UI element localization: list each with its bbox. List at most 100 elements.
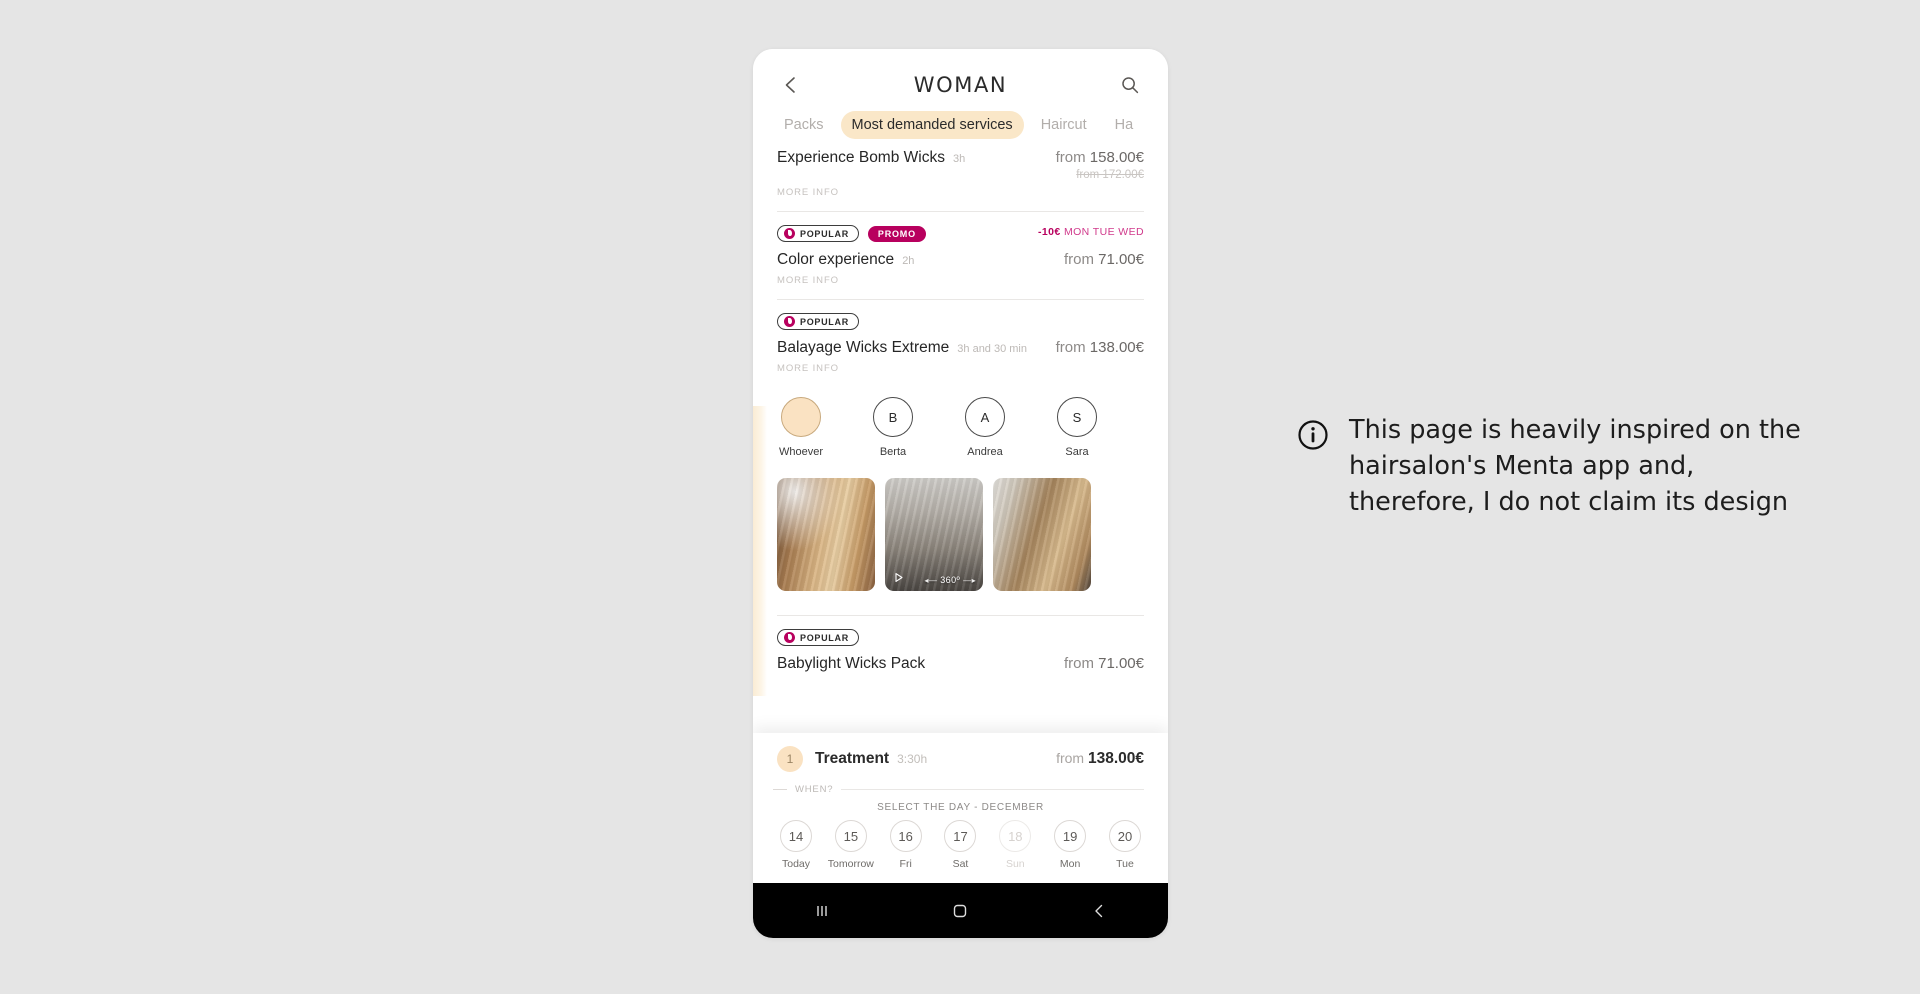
service-badges: POPULAR: [777, 616, 1144, 646]
day-option-17[interactable]: 17 Sat: [935, 820, 985, 870]
treatment-label: Treatment: [815, 750, 890, 767]
service-left: Balayage Wicks Extreme 3h and 30 min: [777, 339, 1027, 357]
services-list[interactable]: Experience Bomb Wicks 3h from 158.00€ fr…: [753, 142, 1168, 788]
hair-texture-overlay: [993, 478, 1091, 591]
popular-badge-label: POPULAR: [800, 228, 849, 239]
annotation-text: This page is heavily inspired on the hai…: [1349, 415, 1801, 518]
price-value: 71.00€: [1098, 251, 1144, 268]
popular-badge-label: POPULAR: [800, 632, 849, 643]
hair-texture-overlay: [777, 478, 875, 591]
flame-icon: [784, 632, 795, 643]
home-icon[interactable]: [934, 894, 986, 928]
service-badges: POPULAR: [777, 300, 1144, 330]
more-info-link[interactable]: MORE INFO: [777, 269, 839, 299]
phone-frame: WOMAN Packs Most demanded services Hairc…: [753, 49, 1168, 938]
stylist-option-sara[interactable]: S Sara: [1053, 397, 1101, 458]
day-option-18-disabled: 18 Sun: [990, 820, 1040, 870]
service-left: Experience Bomb Wicks 3h: [777, 149, 965, 167]
divider: [773, 789, 787, 790]
flame-icon: [784, 228, 795, 239]
more-info-link[interactable]: MORE INFO: [777, 357, 839, 387]
gallery-thumbnail-video[interactable]: ◂— 360º —▸: [885, 478, 983, 591]
day-label: Fri: [899, 858, 912, 870]
day-option-19[interactable]: 19 Mon: [1045, 820, 1095, 870]
promo-days-note: -10€ MON TUE WED: [1038, 226, 1144, 238]
back-icon[interactable]: [1073, 894, 1125, 928]
when-section-header: WHEN?: [753, 772, 1168, 795]
day-option-14[interactable]: 14 Today: [771, 820, 821, 870]
flame-icon: [784, 316, 795, 327]
stylist-selector: Whoever B Berta A Andrea S Sara: [753, 387, 1168, 458]
recents-icon[interactable]: [796, 894, 848, 928]
stylist-option-berta[interactable]: B Berta: [869, 397, 917, 458]
service-line: Balayage Wicks Extreme 3h and 30 min fro…: [777, 330, 1144, 357]
search-icon[interactable]: [1116, 71, 1144, 99]
promo-days: MON TUE WED: [1063, 226, 1144, 238]
day-option-20[interactable]: 20 Tue: [1100, 820, 1150, 870]
more-info-link[interactable]: MORE INFO: [777, 181, 839, 211]
day-number: 15: [834, 820, 867, 852]
stylist-option-andrea[interactable]: A Andrea: [961, 397, 1009, 458]
service-item[interactable]: Experience Bomb Wicks 3h from 158.00€ fr…: [753, 142, 1168, 211]
service-line: Color experience 2h from 71.00€: [777, 242, 1144, 269]
service-item[interactable]: POPULAR Babylight Wicks Pack from 71.00€: [753, 616, 1168, 673]
price-value: 138.00€: [1089, 339, 1144, 356]
chevron-left-icon[interactable]: [777, 71, 805, 99]
treatment-price: from 138.00€: [1056, 750, 1144, 768]
selected-service-accent-stripe: [753, 406, 767, 696]
day-number: 14: [780, 820, 812, 852]
arrow-left-icon: ◂—: [924, 575, 938, 585]
treatment-duration: 3:30h: [897, 752, 928, 766]
service-name: Experience Bomb Wicks: [777, 149, 945, 166]
service-price: from 138.00€: [1056, 339, 1144, 356]
select-day-label: SELECT THE DAY - DECEMBER: [877, 802, 1044, 813]
day-label: Today: [781, 858, 811, 870]
service-name: Balayage Wicks Extreme: [777, 339, 950, 356]
annotation: This page is heavily inspired on the hai…: [1297, 412, 1827, 521]
stylist-name: Whoever: [778, 446, 824, 458]
service-line: Babylight Wicks Pack from 71.00€: [777, 646, 1144, 673]
avatar: B: [873, 397, 913, 437]
tab-most-demanded-services[interactable]: Most demanded services: [840, 111, 1024, 139]
avatar: S: [1057, 397, 1097, 437]
service-left: Babylight Wicks Pack: [777, 655, 925, 673]
play-icon[interactable]: [892, 571, 905, 584]
app-header: WOMAN Packs Most demanded services Hairc…: [753, 49, 1168, 142]
service-gallery[interactable]: ◂— 360º —▸: [753, 458, 1168, 591]
stylist-name: Andrea: [967, 446, 1003, 458]
day-label: Tomorrow: [827, 858, 874, 870]
screen: WOMAN Packs Most demanded services Hairc…: [0, 0, 1920, 994]
avatar: [781, 397, 821, 437]
day-label: Sun: [1005, 858, 1025, 870]
divider: [841, 789, 1144, 790]
day-label: Sat: [952, 858, 969, 870]
tab-haircut[interactable]: Haircut: [1030, 111, 1098, 139]
service-price: from 71.00€: [1064, 655, 1144, 672]
service-line: Experience Bomb Wicks 3h from 158.00€ fr…: [777, 142, 1144, 181]
day-option-16[interactable]: 16 Fri: [881, 820, 931, 870]
tab-packs[interactable]: Packs: [773, 111, 835, 139]
popular-badge: POPULAR: [777, 629, 859, 646]
price-prefix: from: [1055, 149, 1086, 166]
service-item[interactable]: POPULAR PROMO -10€ MON TUE WED Color exp…: [753, 212, 1168, 299]
treatment-count-badge: 1: [777, 746, 803, 772]
service-left: Color experience 2h: [777, 251, 914, 269]
treatment-summary[interactable]: 1 Treatment 3:30h from 138.00€: [753, 733, 1168, 772]
android-navigation-bar: [753, 883, 1168, 938]
day-selector: 14 Today 15 Tomorrow 16 Fri 17 Sat 18 Su…: [753, 813, 1168, 870]
price-prefix: from: [1056, 750, 1085, 766]
price-prefix: from: [1063, 251, 1094, 268]
service-duration: 3h and 30 min: [957, 343, 1027, 355]
stylist-name: Berta: [879, 446, 907, 458]
gallery-thumbnail[interactable]: [993, 478, 1091, 591]
info-icon: [1297, 419, 1329, 521]
stylist-option-whoever[interactable]: Whoever: [777, 397, 825, 458]
day-label: Mon: [1059, 858, 1081, 870]
tab-hair-partial[interactable]: Ha: [1104, 111, 1145, 139]
service-item-expanded[interactable]: POPULAR Balayage Wicks Extreme 3h and 30…: [753, 300, 1168, 387]
arrow-right-icon: —▸: [963, 575, 976, 585]
service-price-block: from 158.00€ from 172.00€: [1056, 149, 1144, 181]
day-option-15[interactable]: 15 Tomorrow: [826, 820, 876, 870]
service-old-price: from 172.00€: [1076, 169, 1144, 181]
gallery-thumbnail[interactable]: [777, 478, 875, 591]
